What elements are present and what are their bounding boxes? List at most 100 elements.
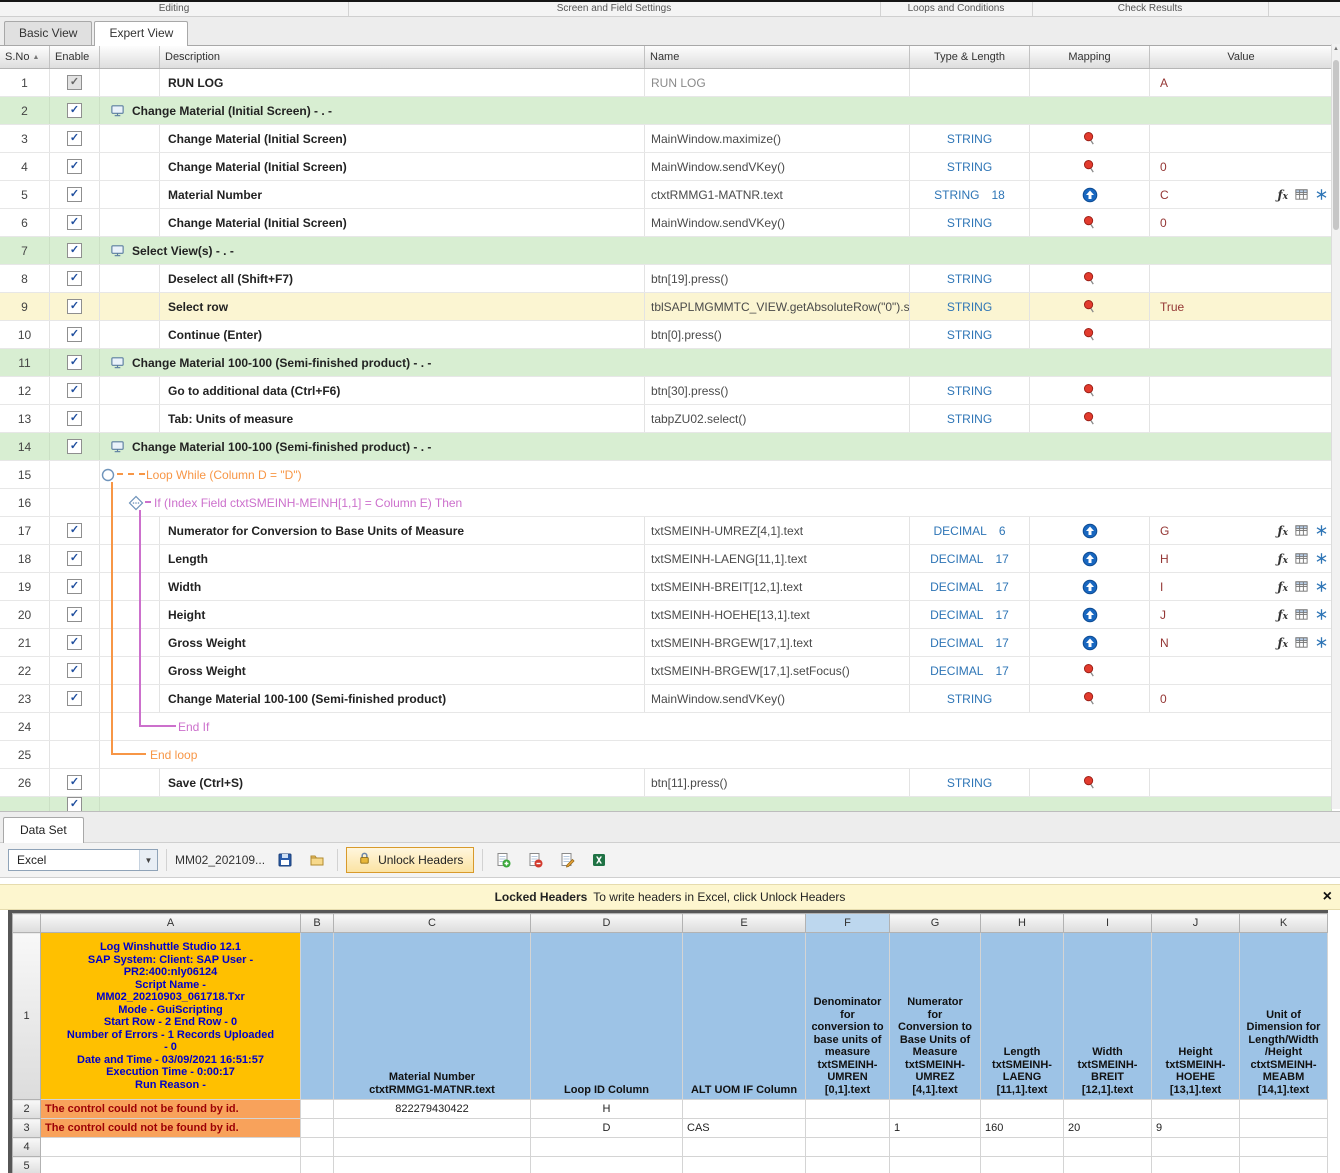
cell-I5[interactable] [1064, 1157, 1152, 1173]
unmapped-pin-icon[interactable] [1082, 691, 1097, 706]
cell-H5[interactable] [981, 1157, 1064, 1173]
cell-G3[interactable]: 1 [890, 1119, 981, 1138]
cell-B3[interactable] [301, 1119, 334, 1138]
cell-H1[interactable]: Length txtSMEINH- LAENG [11,1].text [981, 933, 1064, 1100]
cell-G5[interactable] [890, 1157, 981, 1173]
enable-checkbox[interactable] [67, 243, 82, 258]
cell-E1[interactable]: ALT UOM IF Column [683, 933, 806, 1100]
add-row-button[interactable] [491, 848, 515, 872]
cell-E4[interactable] [683, 1138, 806, 1157]
mapped-arrow-icon[interactable] [1082, 551, 1098, 567]
cell-F4[interactable] [806, 1138, 890, 1157]
edit-cell-button[interactable] [555, 848, 579, 872]
enable-checkbox[interactable] [67, 271, 82, 286]
row-header-1[interactable]: 1 [13, 933, 41, 1100]
cell-K1[interactable]: Unit of Dimension for Length/Width /Heig… [1240, 933, 1328, 1100]
properties-icon[interactable] [1315, 524, 1328, 537]
formula-icon[interactable]: ƒx [1277, 188, 1288, 202]
cell-B4[interactable] [301, 1138, 334, 1157]
cell-B2[interactable] [301, 1100, 334, 1119]
cell-G4[interactable] [890, 1138, 981, 1157]
mapping-grid-icon[interactable] [1294, 607, 1309, 622]
cell-E2[interactable] [683, 1100, 806, 1119]
mapping-grid-icon[interactable] [1294, 187, 1309, 202]
cell-J2[interactable] [1152, 1100, 1240, 1119]
cell-H4[interactable] [981, 1138, 1064, 1157]
row-header-5[interactable]: 5 [13, 1157, 41, 1173]
cell-A4[interactable] [41, 1138, 301, 1157]
script-row[interactable]: 13Tab: Units of measuretabpZU02.select()… [0, 405, 1332, 433]
enable-checkbox[interactable] [67, 797, 82, 811]
chevron-down-icon[interactable]: ▼ [139, 850, 157, 870]
cell-D3[interactable]: D [531, 1119, 683, 1138]
column-header-D[interactable]: D [531, 914, 683, 933]
cell-C3[interactable] [334, 1119, 531, 1138]
scrollbar-thumb[interactable] [1333, 60, 1339, 230]
if-icon[interactable] [128, 495, 144, 511]
script-row[interactable]: 17Numerator for Conversion to Base Units… [0, 517, 1332, 545]
enable-checkbox[interactable] [67, 103, 82, 118]
script-row[interactable]: 6Change Material (Initial Screen)MainWin… [0, 209, 1332, 237]
cell-F1[interactable]: Denominator for conversion to base units… [806, 933, 890, 1100]
script-row[interactable] [0, 797, 1332, 811]
script-row[interactable]: 7Select View(s) - . - [0, 237, 1332, 265]
script-row[interactable]: 5Material NumberctxtRMMG1-MATNR.textSTRI… [0, 181, 1332, 209]
mapped-arrow-icon[interactable] [1082, 579, 1098, 595]
enable-checkbox[interactable] [67, 635, 82, 650]
cell-H3[interactable]: 160 [981, 1119, 1064, 1138]
mapping-grid-icon[interactable] [1294, 523, 1309, 538]
cell-F3[interactable] [806, 1119, 890, 1138]
header-mapping[interactable]: Mapping [1030, 46, 1150, 68]
script-row[interactable]: 18LengthtxtSMEINH-LAENG[11,1].textDECIMA… [0, 545, 1332, 573]
enable-checkbox[interactable] [67, 663, 82, 678]
cell-G2[interactable] [890, 1100, 981, 1119]
mapped-arrow-icon[interactable] [1082, 187, 1098, 203]
column-header-A[interactable]: A [41, 914, 301, 933]
header-value[interactable]: Value [1150, 46, 1332, 68]
table-scrollbar[interactable]: ▲ [1331, 44, 1340, 809]
script-row[interactable]: 12Go to additional data (Ctrl+F6)btn[30]… [0, 377, 1332, 405]
enable-checkbox[interactable] [67, 579, 82, 594]
enable-checkbox[interactable] [67, 523, 82, 538]
enable-checkbox[interactable] [67, 187, 82, 202]
enable-checkbox[interactable] [67, 131, 82, 146]
script-row[interactable]: 2Change Material (Initial Screen) - . - [0, 97, 1332, 125]
enable-checkbox[interactable] [67, 411, 82, 426]
banner-close-button[interactable]: × [1323, 889, 1332, 905]
open-button[interactable] [305, 848, 329, 872]
formula-icon[interactable]: ƒx [1277, 524, 1288, 538]
cell-A1[interactable]: Log Winshuttle Studio 12.1 SAP System: C… [41, 933, 301, 1100]
cell-F2[interactable] [806, 1100, 890, 1119]
unmapped-pin-icon[interactable] [1082, 131, 1097, 146]
mapping-grid-icon[interactable] [1294, 551, 1309, 566]
column-header-I[interactable]: I [1064, 914, 1152, 933]
formula-icon[interactable]: ƒx [1277, 552, 1288, 566]
cell-C4[interactable] [334, 1138, 531, 1157]
enable-checkbox[interactable] [67, 159, 82, 174]
mapped-arrow-icon[interactable] [1082, 607, 1098, 623]
column-header-J[interactable]: J [1152, 914, 1240, 933]
mapping-grid-icon[interactable] [1294, 579, 1309, 594]
unmapped-pin-icon[interactable] [1082, 411, 1097, 426]
tab-expert-view[interactable]: Expert View [94, 21, 188, 46]
header-enable[interactable]: Enable [50, 46, 100, 68]
mapping-grid-icon[interactable] [1294, 635, 1309, 650]
cell-J3[interactable]: 9 [1152, 1119, 1240, 1138]
formula-icon[interactable]: ƒx [1277, 636, 1288, 650]
script-row[interactable]: 20HeighttxtSMEINH-HOEHE[13,1].textDECIMA… [0, 601, 1332, 629]
unmapped-pin-icon[interactable] [1082, 775, 1097, 790]
script-row[interactable]: 1RUN LOGRUN LOGA [0, 69, 1332, 97]
unmapped-pin-icon[interactable] [1082, 159, 1097, 174]
unmapped-pin-icon[interactable] [1082, 271, 1097, 286]
cell-D1[interactable]: Loop ID Column [531, 933, 683, 1100]
cell-D2[interactable]: H [531, 1100, 683, 1119]
enable-checkbox[interactable] [67, 75, 82, 90]
cell-F5[interactable] [806, 1157, 890, 1173]
header-description[interactable]: Description [160, 46, 645, 68]
open-in-excel-button[interactable] [587, 848, 611, 872]
unmapped-pin-icon[interactable] [1082, 327, 1097, 342]
tab-data-set[interactable]: Data Set [3, 817, 84, 843]
script-row[interactable]: 10Continue (Enter)btn[0].press()STRING [0, 321, 1332, 349]
enable-checkbox[interactable] [67, 355, 82, 370]
loop-icon[interactable] [100, 467, 116, 483]
